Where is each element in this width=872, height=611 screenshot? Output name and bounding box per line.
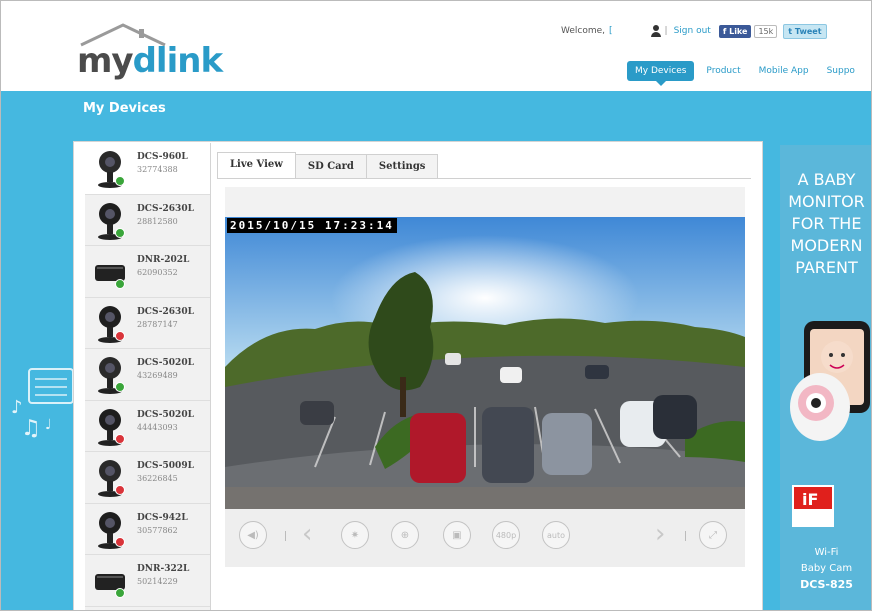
ad-headline-line: MONITOR (788, 192, 865, 211)
ad-footer-line: Baby Cam (800, 563, 853, 574)
offline-status-icon (115, 536, 125, 547)
snapshot-icon[interactable]: ▣ (443, 521, 471, 549)
device-serial: 50214229 (137, 577, 178, 586)
device-serial: 43269489 (137, 371, 178, 380)
device-list-item[interactable]: DNR-202L 62090352 (85, 246, 210, 298)
user-icon (650, 25, 661, 37)
fullscreen-icon[interactable]: ⤢ (699, 521, 727, 549)
device-model: DCS-5020L (137, 409, 194, 420)
tweet-label: Tweet (794, 26, 822, 36)
nav-product[interactable]: Product (706, 66, 740, 76)
page-title: My Devices (83, 101, 166, 116)
divider (285, 531, 286, 541)
divider: | (664, 26, 668, 36)
offline-status-icon (115, 485, 125, 495)
online-status-icon (115, 227, 125, 238)
online-status-icon (115, 588, 125, 598)
music-notes-decoration: ♪ ♫ ♩ (11, 368, 74, 441)
logo-my: my (77, 41, 134, 81)
svg-text:♩: ♩ (45, 417, 52, 433)
device-model: DNR-322L (137, 564, 190, 574)
ad-headline-line: PARENT (795, 258, 858, 277)
facebook-like-label: Like (729, 26, 748, 36)
nav-support[interactable]: Suppo (827, 66, 855, 76)
award-logo-text: iF (802, 490, 818, 509)
device-serial: 44443093 (137, 422, 178, 432)
main-nav: My Devices Product Mobile App Suppo (627, 61, 871, 86)
ad-footer: Wi-Fi Baby Cam DCS-825 (780, 545, 871, 593)
device-serial: 62090352 (137, 268, 178, 277)
sign-out-link[interactable]: Sign out (674, 26, 711, 36)
tweet-button[interactable]: t Tweet (783, 23, 827, 39)
device-list-item[interactable]: DCS-5009L 36226845 (85, 452, 210, 504)
device-model: DCS-2630L (137, 203, 194, 214)
tab-settings[interactable]: Settings (365, 154, 439, 178)
svg-text:♪: ♪ (11, 397, 23, 418)
facebook-like-count: 15k (754, 24, 778, 38)
device-serial: 28812580 (137, 216, 178, 226)
ad-model: DCS-825 (800, 578, 853, 591)
device-serial: 32774388 (137, 165, 178, 174)
live-video-feed[interactable] (225, 217, 745, 509)
ad-headline-line: A BABY (797, 170, 856, 189)
svg-text:♫: ♫ (21, 416, 41, 441)
device-model: DCS-5009L (137, 461, 194, 471)
chevron-left-icon[interactable]: ‹ (302, 519, 312, 549)
logo-dlink: dlink (132, 41, 223, 81)
mydlink-logo[interactable]: mydlink (77, 41, 223, 81)
auto-button[interactable]: auto (542, 521, 570, 549)
device-model: DCS-942L (137, 512, 188, 523)
video-timestamp: 2015/10/15 17:23:14 (227, 218, 397, 233)
ad-headline: A BABY MONITOR FOR THE MODERN PARENT (780, 169, 871, 279)
device-model: DCS-960L (137, 152, 188, 162)
chevron-right-icon[interactable]: › (655, 519, 665, 549)
ad-headline-line: MODERN (790, 236, 863, 255)
zoom-icon[interactable]: ⊕ (391, 521, 419, 549)
nav-mobile-app[interactable]: Mobile App (759, 66, 809, 76)
device-list-item[interactable]: DCS-5020L 43269489 (85, 349, 210, 401)
nav-my-devices[interactable]: My Devices (627, 61, 695, 86)
divider (685, 531, 686, 541)
offline-status-icon (115, 330, 125, 341)
online-status-icon (115, 382, 125, 392)
device-list-item[interactable]: DCS-2630L 28787147 (85, 298, 210, 349)
ad-headline-line: FOR THE (791, 214, 862, 233)
offline-status-icon (115, 433, 125, 444)
welcome-text: Welcome, (561, 26, 606, 36)
device-serial: 36226845 (137, 474, 178, 483)
ad-footer-line: Wi-Fi (814, 547, 839, 558)
username-link[interactable]: [ (609, 26, 613, 36)
online-status-icon (115, 176, 125, 186)
device-model: DNR-202L (137, 255, 190, 265)
browser-frame: mydlink Welcome, [ | Sign out f Like 15k… (0, 0, 872, 611)
device-list-item[interactable]: DCS-942L 30577862 (85, 504, 210, 555)
online-status-icon (115, 279, 125, 289)
device-serial: 28787147 (137, 319, 178, 329)
device-model: DCS-5020L (137, 358, 194, 368)
device-list-item[interactable]: DCS-2630L 28812580 (85, 195, 210, 246)
device-model: DCS-2630L (137, 306, 194, 317)
device-list: DCS-960L 32774388 DCS-2630L 28812580 DNR-202… (85, 143, 211, 610)
device-serial: 30577862 (137, 525, 178, 535)
volume-icon[interactable]: ◀) (239, 521, 267, 549)
sun-icon[interactable]: ✷ (341, 521, 369, 549)
device-list-item[interactable]: DCS-960L 32774388 (85, 143, 210, 195)
device-list-item[interactable]: DNR-322L 50214229 (85, 555, 210, 607)
resolution-button[interactable]: 480p (492, 521, 520, 549)
top-bar: Welcome, [ | Sign out f Like 15k t Tweet (561, 21, 827, 41)
tab-live-view[interactable]: Live View (217, 152, 296, 178)
facebook-like-button[interactable]: f Like (718, 24, 752, 38)
tab-sd-card[interactable]: SD Card (294, 154, 367, 178)
device-list-item[interactable]: DCS-5020L 44443093 (85, 401, 210, 452)
device-tabs: Live View SD Card Settings (217, 152, 751, 179)
